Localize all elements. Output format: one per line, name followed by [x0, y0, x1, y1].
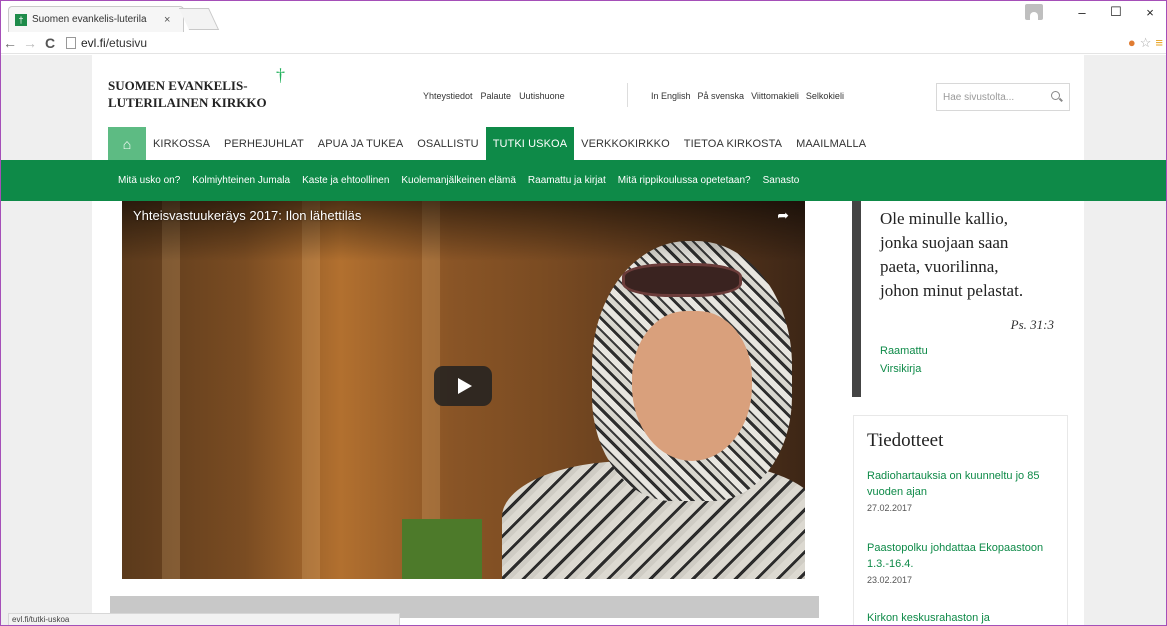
- news-link[interactable]: Kirkon keskusrahaston ja: [867, 610, 1057, 626]
- sub-nav-item[interactable]: Raamattu ja kirjat: [528, 175, 606, 186]
- status-bar: evl.fi/tutki-uskoa: [8, 613, 400, 626]
- sub-nav-list: Mitä usko on? Kolmiyhteinen Jumala Kaste…: [118, 160, 799, 201]
- news-item: Paastopolku johdattaa Ekopaastoon 1.3.-1…: [867, 540, 1057, 585]
- news-date: 23.02.2017: [867, 575, 913, 585]
- video-player[interactable]: Yhteisvastuukeräys 2017: Ilon lähettiläs…: [122, 201, 805, 579]
- menu-icon[interactable]: ≡: [1155, 35, 1163, 51]
- tab-title: Suomen evankelis-luterila: [32, 14, 147, 25]
- minimize-button[interactable]: –: [1065, 5, 1099, 20]
- browser-tab-bar: † Suomen evankelis-luterila × – ☐ ×: [0, 0, 1167, 32]
- nav-item-perhejuhlat[interactable]: PERHEJUHLAT: [217, 127, 311, 160]
- close-window-button[interactable]: ×: [1133, 5, 1167, 20]
- sub-nav: Mitä usko on? Kolmiyhteinen Jumala Kaste…: [0, 160, 1167, 201]
- site-logo[interactable]: SUOMEN EVANKELIS- LUTERILAINEN KIRKKO †: [108, 66, 285, 111]
- bookmark-star-icon[interactable]: ☆: [1140, 35, 1152, 51]
- video-title[interactable]: Yhteisvastuukeräys 2017: Ilon lähettiläs: [133, 208, 361, 223]
- web-page: SUOMEN EVANKELIS- LUTERILAINEN KIRKKO † …: [0, 55, 1167, 626]
- profile-icon[interactable]: [1025, 4, 1043, 20]
- link-virsikirja[interactable]: Virsikirja: [880, 363, 921, 375]
- nav-item-verkkokirkko[interactable]: VERKKOKIRKKO: [574, 127, 677, 160]
- verse-line: johon minut pelastat.: [880, 281, 1024, 300]
- nav-item-maailmalla[interactable]: MAAILMALLA: [789, 127, 873, 160]
- verse-line: Ole minulle kallio,: [880, 209, 1008, 228]
- tab-close-icon[interactable]: ×: [164, 14, 170, 26]
- extension-icons: ● ☆ ≡: [1128, 35, 1163, 51]
- nav-item-tietoa-kirkosta[interactable]: TIETOA KIRKOSTA: [677, 127, 789, 160]
- sub-nav-item[interactable]: Kaste ja ehtoollinen: [302, 175, 389, 186]
- browser-toolbar: ← → C evl.fi/etusivu ● ☆ ≡: [0, 32, 1167, 54]
- news-card: Tiedotteet Radiohartauksia on kuunneltu …: [853, 415, 1068, 626]
- logo-line-1: SUOMEN EVANKELIS-: [108, 78, 248, 93]
- reload-icon[interactable]: C: [40, 35, 60, 51]
- nav-item-tutki-uskoa[interactable]: TUTKI USKOA: [485, 127, 575, 160]
- nav-item-apua-ja-tukea[interactable]: APUA JA TUKEA: [311, 127, 410, 160]
- link-in-english[interactable]: In English: [651, 91, 691, 101]
- news-date: 27.02.2017: [867, 503, 913, 513]
- divider: [627, 83, 628, 107]
- verse-text: Ole minulle kallio, jonka suojaan saan p…: [880, 207, 1060, 303]
- page-icon: [66, 36, 76, 49]
- news-link[interactable]: Radiohartauksia on kuunneltu jo 85 vuode…: [867, 468, 1057, 500]
- new-tab-button[interactable]: [178, 8, 220, 30]
- search-input[interactable]: [943, 91, 1041, 103]
- news-item: Kirkon keskusrahaston ja: [867, 610, 1057, 626]
- logo-line-2: LUTERILAINEN KIRKKO: [108, 95, 267, 110]
- link-pa-svenska[interactable]: På svenska: [698, 91, 745, 101]
- link-yhteystiedot[interactable]: Yhteystiedot: [423, 91, 473, 101]
- home-icon[interactable]: ⌂: [108, 127, 146, 160]
- main-nav: ⌂ KIRKOSSA PERHEJUHLAT APUA JA TUKEA OSA…: [108, 127, 873, 160]
- sub-nav-item[interactable]: Mitä rippikoulussa opetetaan?: [618, 175, 751, 186]
- address-bar[interactable]: evl.fi/etusivu: [81, 36, 147, 50]
- verse-line: paeta, vuorilinna,: [880, 257, 999, 276]
- back-icon[interactable]: ←: [0, 35, 20, 51]
- favicon-icon: †: [15, 13, 27, 26]
- link-palaute[interactable]: Palaute: [481, 91, 512, 101]
- window-controls: – ☐ ×: [1025, 0, 1167, 24]
- url-domain: evl.fi: [81, 35, 106, 50]
- verse-line: jonka suojaan saan: [880, 233, 1009, 252]
- share-icon[interactable]: ➦: [777, 207, 789, 224]
- chair: [402, 519, 482, 579]
- language-links: In English På svenska Viittomakieli Selk…: [651, 91, 844, 101]
- link-selkokieli[interactable]: Selkokieli: [806, 91, 844, 101]
- play-icon[interactable]: [434, 366, 492, 406]
- link-uutishuone[interactable]: Uutishuone: [519, 91, 565, 101]
- forward-icon[interactable]: →: [20, 35, 40, 51]
- cross-icon: †: [276, 65, 285, 85]
- verse-card: Ole minulle kallio, jonka suojaan saan p…: [852, 201, 1068, 397]
- link-viittomakieli[interactable]: Viittomakieli: [751, 91, 799, 101]
- nav-item-kirkossa[interactable]: KIRKOSSA: [146, 127, 217, 160]
- sub-nav-item[interactable]: Sanasto: [763, 175, 800, 186]
- person-face: [632, 311, 752, 461]
- news-link[interactable]: Paastopolku johdattaa Ekopaastoon 1.3.-1…: [867, 540, 1057, 572]
- browser-tab[interactable]: † Suomen evankelis-luterila ×: [8, 6, 184, 32]
- sub-nav-item[interactable]: Kuolemanjälkeinen elämä: [401, 175, 516, 186]
- news-heading: Tiedotteet: [867, 430, 944, 451]
- verse-accent-bar: [852, 201, 861, 397]
- sub-nav-item[interactable]: Mitä usko on?: [118, 175, 180, 186]
- news-item: Radiohartauksia on kuunneltu jo 85 vuode…: [867, 468, 1057, 513]
- search-icon[interactable]: [1051, 91, 1063, 103]
- extension-icon[interactable]: ●: [1128, 35, 1136, 51]
- url-path: /etusivu: [105, 35, 148, 50]
- sunglasses: [622, 263, 742, 297]
- utility-links: Yhteystiedot Palaute Uutishuone: [423, 91, 565, 101]
- search-box: [936, 83, 1070, 111]
- verse-reference: Ps. 31:3: [1010, 317, 1054, 332]
- link-raamattu[interactable]: Raamattu: [880, 345, 928, 357]
- nav-item-osallistu[interactable]: OSALLISTU: [410, 127, 485, 160]
- maximize-button[interactable]: ☐: [1099, 4, 1133, 20]
- sub-nav-item[interactable]: Kolmiyhteinen Jumala: [192, 175, 290, 186]
